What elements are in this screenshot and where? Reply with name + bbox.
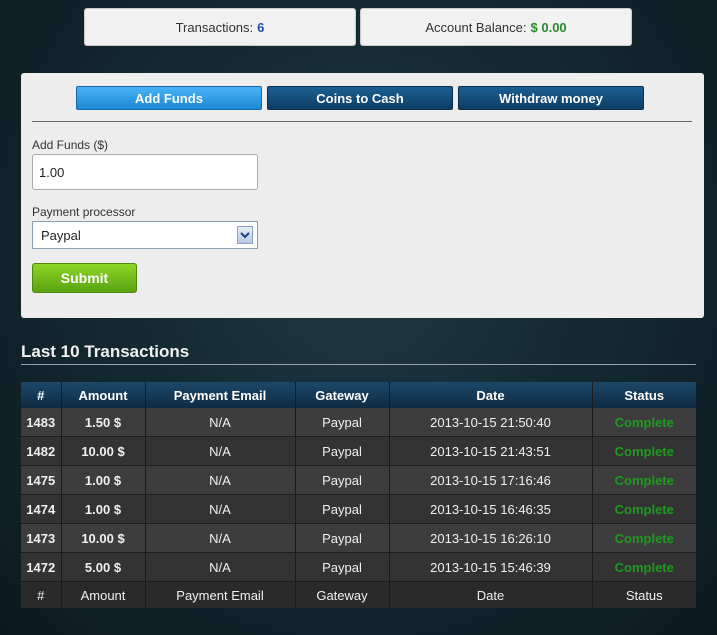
cell-id: 1472	[21, 552, 62, 582]
transactions-count-box: Transactions: 6	[84, 8, 356, 46]
cell-date: 2013-10-15 15:46:39	[389, 552, 593, 582]
payment-processor-select[interactable]: Paypal	[32, 221, 258, 249]
cell-status: Complete	[592, 523, 696, 553]
cell-date: 2013-10-15 17:16:46	[389, 465, 593, 495]
cell-amount: 10.00 $	[61, 436, 146, 466]
cell-gateway: Paypal	[295, 552, 390, 582]
cell-email: N/A	[145, 494, 296, 524]
col-footer-amount: Amount	[61, 581, 146, 608]
table-footer-row: # Amount Payment Email Gateway Date Stat…	[21, 581, 696, 608]
cell-email: N/A	[145, 552, 296, 582]
submit-button[interactable]: Submit	[32, 263, 137, 293]
cell-gateway: Paypal	[295, 436, 390, 466]
table-row: 1474 1.00 $ N/A Paypal 2013-10-15 16:46:…	[21, 494, 696, 524]
cell-email: N/A	[145, 465, 296, 495]
table-row: 1473 10.00 $ N/A Paypal 2013-10-15 16:26…	[21, 523, 696, 553]
col-footer-gateway: Gateway	[295, 581, 390, 608]
col-footer-id: #	[21, 581, 62, 608]
cell-email: N/A	[145, 436, 296, 466]
cell-id: 1483	[21, 408, 62, 437]
cell-amount: 10.00 $	[61, 523, 146, 553]
transactions-label: Transactions:	[175, 19, 254, 35]
cell-amount: 5.00 $	[61, 552, 146, 582]
cell-amount: 1.00 $	[61, 465, 146, 495]
tab-withdraw-money[interactable]: Withdraw money	[458, 86, 644, 110]
cell-status: Complete	[592, 408, 696, 437]
cell-status: Complete	[592, 552, 696, 582]
table-row: 1475 1.00 $ N/A Paypal 2013-10-15 17:16:…	[21, 465, 696, 495]
balance-label: Account Balance:	[425, 19, 527, 35]
chevron-down-icon[interactable]	[237, 226, 253, 244]
col-header-status: Status	[592, 382, 696, 408]
col-footer-email: Payment Email	[145, 581, 296, 608]
processor-label: Payment processor	[32, 205, 136, 219]
processor-selected-value: Paypal	[41, 227, 81, 243]
cell-status: Complete	[592, 465, 696, 495]
table-row: 1482 10.00 $ N/A Paypal 2013-10-15 21:43…	[21, 436, 696, 466]
tab-add-funds[interactable]: Add Funds	[76, 86, 262, 110]
cell-id: 1475	[21, 465, 62, 495]
panel-divider	[32, 121, 692, 122]
cell-id: 1482	[21, 436, 62, 466]
cell-amount: 1.00 $	[61, 494, 146, 524]
transactions-table: # Amount Payment Email Gateway Date Stat…	[21, 382, 696, 608]
funds-tabs: Add Funds Coins to Cash Withdraw money	[76, 86, 644, 110]
transactions-title: Last 10 Transactions	[21, 342, 190, 361]
cell-email: N/A	[145, 523, 296, 553]
col-header-gateway: Gateway	[295, 382, 390, 408]
cell-status: Complete	[592, 436, 696, 466]
cell-amount: 1.50 $	[61, 408, 146, 437]
cell-gateway: Paypal	[295, 494, 390, 524]
cell-status: Complete	[592, 494, 696, 524]
balance-value: $ 0.00	[530, 19, 567, 35]
cell-gateway: Paypal	[295, 408, 390, 437]
amount-input[interactable]	[32, 154, 258, 190]
cell-date: 2013-10-15 16:26:10	[389, 523, 593, 553]
col-header-amount: Amount	[61, 382, 146, 408]
section-divider	[21, 364, 696, 365]
amount-label: Add Funds ($)	[32, 138, 109, 152]
cell-date: 2013-10-15 16:46:35	[389, 494, 593, 524]
cell-gateway: Paypal	[295, 523, 390, 553]
cell-email: N/A	[145, 408, 296, 437]
cell-id: 1473	[21, 523, 62, 553]
col-header-email: Payment Email	[145, 382, 296, 408]
account-balance-box: Account Balance: $ 0.00	[360, 8, 632, 46]
col-footer-status: Status	[592, 581, 696, 608]
cell-date: 2013-10-15 21:50:40	[389, 408, 593, 437]
table-header-row: # Amount Payment Email Gateway Date Stat…	[21, 382, 696, 408]
funds-panel: Add Funds Coins to Cash Withdraw money A…	[21, 73, 704, 318]
col-footer-date: Date	[389, 581, 593, 608]
col-header-id: #	[21, 382, 62, 408]
table-row: 1472 5.00 $ N/A Paypal 2013-10-15 15:46:…	[21, 552, 696, 582]
col-header-date: Date	[389, 382, 593, 408]
table-row: 1483 1.50 $ N/A Paypal 2013-10-15 21:50:…	[21, 408, 696, 437]
cell-gateway: Paypal	[295, 465, 390, 495]
cell-id: 1474	[21, 494, 62, 524]
cell-date: 2013-10-15 21:43:51	[389, 436, 593, 466]
tab-coins-to-cash[interactable]: Coins to Cash	[267, 86, 453, 110]
transactions-value: 6	[257, 19, 265, 35]
